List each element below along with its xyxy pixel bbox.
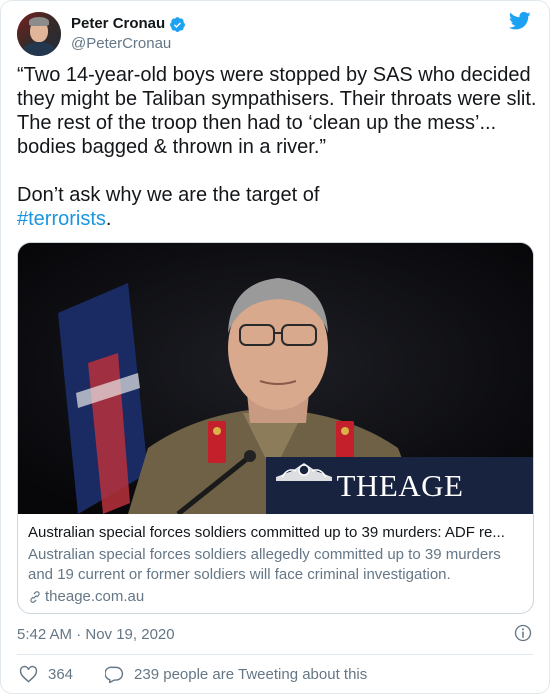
conversation-text: 239 people are Tweeting about this xyxy=(134,666,368,683)
logo-text-the: THE xyxy=(336,467,399,503)
card-domain[interactable]: theage.com.au xyxy=(28,587,523,607)
conversation-button[interactable]: 239 people are Tweeting about this xyxy=(105,665,367,684)
tweet-card: Peter Cronau @PeterCronau “Two 14-year-o… xyxy=(0,0,550,694)
verified-badge-icon xyxy=(170,16,186,32)
author-handle[interactable]: @PeterCronau xyxy=(71,34,186,54)
avatar[interactable] xyxy=(17,12,61,56)
like-count: 364 xyxy=(48,666,74,683)
tweet-closing-text: Don’t ask why we are the target of xyxy=(17,184,320,206)
card-image[interactable]: THE AGE xyxy=(18,243,533,514)
logo-text-age: AGE xyxy=(398,467,464,503)
hashtag-link[interactable]: #terrorists xyxy=(17,208,106,230)
card-title[interactable]: Australian special forces soldiers commi… xyxy=(28,523,523,543)
like-button[interactable]: 364 xyxy=(19,665,73,684)
reply-bubble-icon xyxy=(105,666,124,684)
tweet-header: Peter Cronau @PeterCronau xyxy=(17,11,186,57)
the-age-logo: THE AGE xyxy=(266,457,533,514)
tweet-closing: Don’t ask why we are the target of #terro… xyxy=(17,183,537,231)
author-name[interactable]: Peter Cronau xyxy=(71,14,165,34)
card-domain-text: theage.com.au xyxy=(45,588,145,605)
divider xyxy=(17,654,533,655)
twitter-bird-icon[interactable] xyxy=(509,11,531,31)
link-preview-card[interactable]: THE AGE Australian special forces soldie… xyxy=(17,242,534,614)
card-body[interactable]: Australian special forces soldiers commi… xyxy=(18,514,533,607)
card-description: Australian special forces soldiers alleg… xyxy=(28,546,501,583)
tweet-timestamp[interactable]: 5:42 AM · Nov 19, 2020 xyxy=(17,625,175,645)
crest-icon xyxy=(276,463,332,481)
hashtag-suffix: . xyxy=(105,208,112,230)
tweet-quote: “Two 14-year-old boys were stopped by SA… xyxy=(17,64,537,158)
heart-icon xyxy=(19,665,38,683)
link-icon xyxy=(30,591,40,603)
tweet-text: “Two 14-year-old boys were stopped by SA… xyxy=(17,63,537,231)
info-icon[interactable] xyxy=(513,623,533,643)
tweet-actions: 364 239 people are Tweeting about this xyxy=(19,665,399,684)
author-info: Peter Cronau @PeterCronau xyxy=(71,14,186,54)
